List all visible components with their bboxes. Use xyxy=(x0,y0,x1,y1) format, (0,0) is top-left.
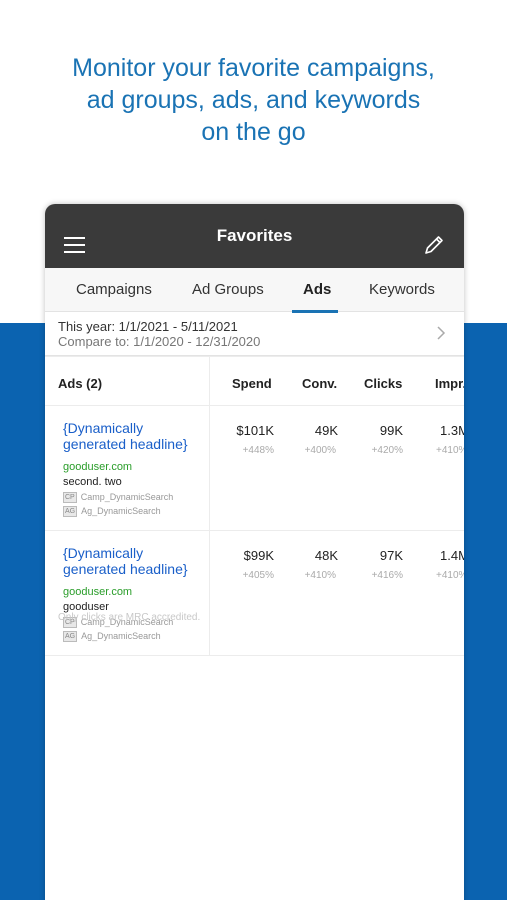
compare-range: Compare to: 1/1/2020 - 12/31/2020 xyxy=(58,334,261,349)
clicks-change: +420% xyxy=(371,445,403,456)
clicks-value: 99K xyxy=(379,423,403,438)
conv-change: +400% xyxy=(304,445,336,456)
ads-table: Ads (2) Spend Conv. Clicks Impr. {Dynami… xyxy=(45,356,464,656)
spend-value: $101K xyxy=(236,423,274,438)
column-header-conv[interactable]: Conv. xyxy=(302,376,337,391)
conv-value: 49K xyxy=(314,423,338,438)
impr-value: 1.4M xyxy=(440,548,464,563)
impr-value: 1.3M xyxy=(440,423,464,438)
chevron-right-icon xyxy=(437,326,446,340)
pencil-icon[interactable] xyxy=(423,234,445,256)
spend-value: $99K xyxy=(243,548,274,563)
table-row[interactable]: {Dynamically generated headline} gooduse… xyxy=(45,406,464,531)
conv-change: +410% xyxy=(304,570,336,581)
column-header-impr[interactable]: Impr. xyxy=(435,376,464,391)
promo-headline-line3: on the go xyxy=(201,118,306,146)
hamburger-menu-icon[interactable] xyxy=(64,237,85,253)
adgroup-name: Ag_DynamicSearch xyxy=(81,631,161,641)
promo-headline-line1: Monitor your favorite campaigns, xyxy=(72,54,435,82)
adgroup-tag: AG xyxy=(63,506,78,517)
spend-change: +448% xyxy=(242,445,274,456)
conv-value: 48K xyxy=(314,548,338,563)
campaign-name: Camp_DynamicSearch xyxy=(80,492,174,502)
ad-url: gooduser.com xyxy=(63,461,133,473)
ad-adgroup: AG Ag_DynamicSearch xyxy=(63,631,161,642)
tab-ad-groups[interactable]: Ad Groups xyxy=(192,268,264,312)
column-header-clicks[interactable]: Clicks xyxy=(364,376,402,391)
tab-ads[interactable]: Ads xyxy=(303,268,331,312)
ad-campaign: CP Camp_DynamicSearch xyxy=(63,492,173,503)
ad-description: second. two xyxy=(63,476,122,488)
table-row[interactable]: {Dynamically generated headline} gooduse… xyxy=(45,531,464,656)
ad-headline[interactable]: {Dynamically generated headline} xyxy=(63,545,198,577)
tab-campaigns[interactable]: Campaigns xyxy=(76,268,152,312)
impr-change: +410% xyxy=(436,445,464,456)
campaign-tag: CP xyxy=(63,492,77,503)
date-range: This year: 1/1/2021 - 5/11/2021 xyxy=(58,319,238,334)
page-title: Favorites xyxy=(216,226,293,245)
adgroup-name: Ag_DynamicSearch xyxy=(81,506,161,516)
promo-headline: Monitor your favorite campaigns, ad grou… xyxy=(0,52,507,148)
clicks-value: 97K xyxy=(379,548,403,563)
ad-headline[interactable]: {Dynamically generated headline} xyxy=(63,420,198,452)
date-range-selector[interactable]: This year: 1/1/2021 - 5/11/2021 Compare … xyxy=(45,312,464,356)
column-header-spend[interactable]: Spend xyxy=(232,376,272,391)
clicks-change: +416% xyxy=(371,570,403,581)
impr-change: +410% xyxy=(436,570,464,581)
ad-url: gooduser.com xyxy=(63,586,133,598)
footnote: Only clicks are MRC accredited. xyxy=(58,612,201,623)
promo-headline-line2: ad groups, ads, and keywords xyxy=(86,86,421,114)
adgroup-tag: AG xyxy=(63,631,78,642)
app-screen: Favorites Campaigns Ad Groups Ads Keywor… xyxy=(45,204,464,900)
title-bar: Favorites xyxy=(45,204,464,268)
spend-change: +405% xyxy=(242,570,274,581)
tab-keywords[interactable]: Keywords xyxy=(369,268,435,312)
tab-bar: Campaigns Ad Groups Ads Keywords xyxy=(45,268,464,313)
column-header-ads[interactable]: Ads (2) xyxy=(58,376,102,391)
table-header: Ads (2) Spend Conv. Clicks Impr. xyxy=(45,356,464,406)
ad-adgroup: AG Ag_DynamicSearch xyxy=(63,506,161,517)
